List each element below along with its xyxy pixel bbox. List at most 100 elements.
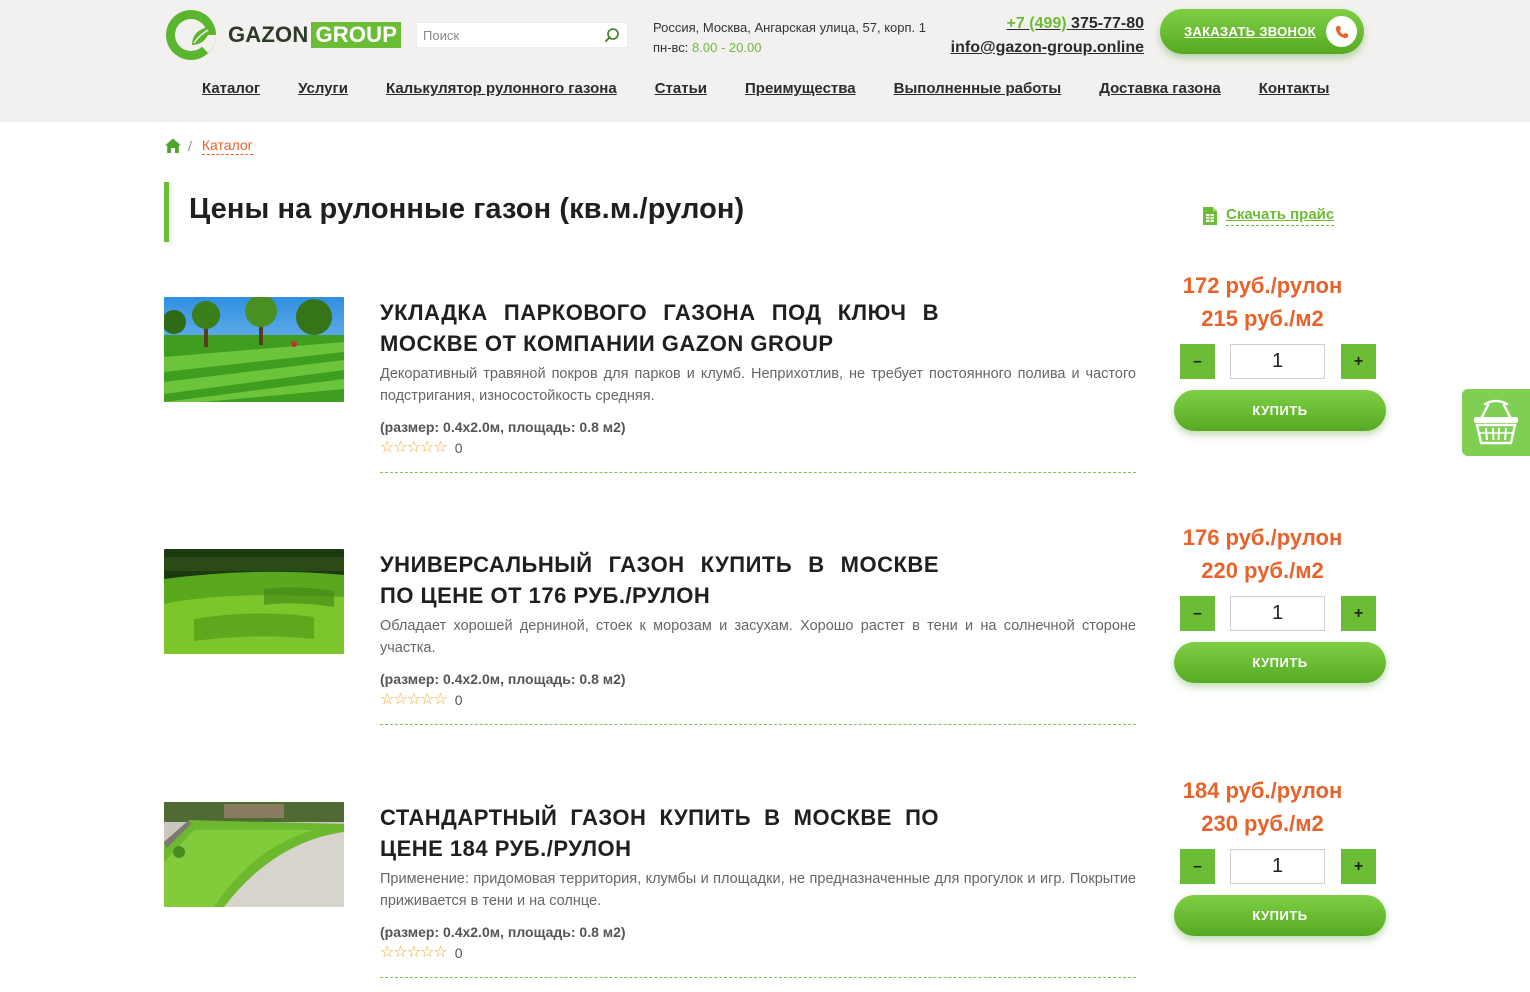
product-rating[interactable]: ☆ ☆ ☆ ☆ ☆ 0	[380, 691, 463, 709]
buy-button[interactable]: КУПИТЬ	[1174, 390, 1386, 431]
quantity-plus-button[interactable]: +	[1341, 849, 1376, 884]
logo-leaf-icon	[166, 10, 216, 60]
quantity-minus-button[interactable]: –	[1180, 596, 1215, 631]
product-card: Стандартный газон купить в Москве по цен…	[0, 778, 1530, 992]
address-block: Россия, Москва, Ангарская улица, 57, кор…	[653, 18, 926, 58]
quantity-stepper: – +	[1180, 596, 1376, 631]
rating-count: 0	[454, 440, 463, 456]
star-icon: ☆	[393, 691, 407, 708]
nav-item-works[interactable]: Выполненные работы	[894, 80, 1062, 97]
logo-word-group: GROUP	[311, 22, 402, 48]
product-card: Универсальный газон купить в Москве по ц…	[0, 525, 1530, 749]
product-size: (размер: 0.4х2.0м, площадь: 0.8 м2)	[380, 419, 626, 435]
star-icon: ☆	[380, 944, 394, 961]
price-per-m2: 220 руб./м2	[1201, 558, 1324, 583]
cart-button[interactable]	[1462, 389, 1530, 456]
title-accent-bar	[164, 182, 169, 242]
star-icon: ☆	[380, 691, 394, 708]
star-icon: ☆	[420, 944, 434, 961]
quantity-input[interactable]	[1230, 344, 1325, 379]
phone-number: 375-77-80	[1071, 15, 1144, 32]
star-icon: ☆	[406, 439, 421, 456]
product-divider	[380, 472, 1136, 473]
page-title: Цены на рулонные газон (кв.м./рулон)	[189, 193, 745, 225]
home-icon[interactable]	[164, 137, 182, 155]
phone-link[interactable]: +7 (499) 375-77-80	[951, 12, 1144, 36]
address-line: Россия, Москва, Ангарская улица, 57, кор…	[653, 20, 927, 35]
quantity-minus-button[interactable]: –	[1180, 849, 1215, 884]
price-per-roll: 184 руб./рулон	[1182, 778, 1343, 803]
hours-label: пн-вс:	[653, 40, 689, 55]
product-card: Укладка паркового газона под ключ в Моск…	[0, 273, 1530, 497]
search-icon[interactable]	[604, 27, 620, 43]
price-per-roll: 172 руб./рулон	[1182, 273, 1343, 298]
download-price-link[interactable]: Скачать прайс	[1200, 206, 1335, 226]
product-rating[interactable]: ☆ ☆ ☆ ☆ ☆ 0	[380, 439, 463, 457]
price-per-m2: 230 руб./м2	[1201, 811, 1324, 836]
download-price-label: Скачать прайс	[1226, 206, 1335, 226]
quantity-plus-button[interactable]: +	[1341, 344, 1376, 379]
product-title[interactable]: Укладка паркового газона под ключ в Моск…	[380, 297, 939, 359]
logo[interactable]: GAZON GROUP	[164, 8, 402, 62]
star-icon: ☆	[393, 439, 407, 456]
price-per-m2: 215 руб./м2	[1201, 306, 1324, 331]
buy-button[interactable]: КУПИТЬ	[1174, 895, 1386, 936]
search-box	[416, 22, 628, 48]
product-title[interactable]: Универсальный газон купить в Москве по ц…	[380, 549, 939, 611]
product-description: Декоративный травяной покров для парков …	[380, 366, 1136, 404]
star-icon: ☆	[406, 691, 421, 708]
contacts-block: +7 (499) 375-77-80 info@gazon-group.onli…	[951, 12, 1144, 60]
product-image[interactable]	[164, 297, 344, 402]
price-block: 184 руб./рулон 230 руб./м2	[1170, 774, 1355, 840]
product-title[interactable]: Стандартный газон купить в Москве по цен…	[380, 802, 939, 864]
product-divider	[380, 724, 1136, 725]
phone-icon	[1326, 16, 1357, 47]
breadcrumb: / Каталог	[164, 136, 253, 155]
star-icon: ☆	[433, 439, 447, 456]
rating-count: 0	[454, 945, 463, 961]
logo-text: GAZON GROUP	[228, 22, 402, 48]
hours-value: 8.00 - 20.00	[692, 40, 762, 55]
star-icon: ☆	[433, 944, 447, 961]
product-rating[interactable]: ☆ ☆ ☆ ☆ ☆ 0	[380, 944, 463, 962]
quantity-stepper: – +	[1180, 849, 1376, 884]
product-image[interactable]	[164, 802, 344, 907]
nav-item-calculator[interactable]: Калькулятор рулонного газона	[386, 80, 617, 97]
phone-code: +7 (499)	[1006, 15, 1067, 32]
product-description: Применение: придомовая территория, клумб…	[380, 871, 1136, 909]
nav-item-catalog[interactable]: Каталог	[202, 80, 260, 97]
xls-file-icon	[1203, 207, 1217, 225]
quantity-input[interactable]	[1230, 849, 1325, 884]
price-block: 176 руб./рулон 220 руб./м2	[1170, 521, 1355, 587]
product-divider	[380, 977, 1136, 978]
star-icon: ☆	[393, 944, 407, 961]
quantity-input[interactable]	[1230, 596, 1325, 631]
product-image[interactable]	[164, 549, 344, 654]
nav-item-articles[interactable]: Статьи	[655, 80, 707, 97]
product-size: (размер: 0.4х2.0м, площадь: 0.8 м2)	[380, 671, 626, 687]
quantity-plus-button[interactable]: +	[1341, 596, 1376, 631]
product-size: (размер: 0.4х2.0м, площадь: 0.8 м2)	[380, 924, 626, 940]
email-link[interactable]: info@gazon-group.online	[951, 36, 1144, 60]
nav-item-delivery[interactable]: Доставка газона	[1099, 80, 1221, 97]
site-header: GAZON GROUP Россия, Москва, Ангарская ул…	[0, 0, 1530, 122]
nav-item-contacts[interactable]: Контакты	[1259, 80, 1330, 97]
quantity-stepper: – +	[1180, 344, 1376, 379]
page: GAZON GROUP Россия, Москва, Ангарская ул…	[0, 0, 1530, 992]
price-block: 172 руб./рулон 215 руб./м2	[1170, 269, 1355, 335]
nav-item-services[interactable]: Услуги	[298, 80, 348, 97]
logo-word-gazon: GAZON	[228, 22, 309, 47]
star-icon: ☆	[420, 439, 434, 456]
buy-button[interactable]: КУПИТЬ	[1174, 642, 1386, 683]
basket-icon	[1474, 399, 1518, 444]
star-icon: ☆	[420, 691, 434, 708]
breadcrumb-current[interactable]: Каталог	[201, 136, 253, 155]
search-input[interactable]	[417, 23, 597, 47]
callback-button[interactable]: ЗАКАЗАТЬ ЗВОНОК	[1160, 9, 1364, 54]
nav-item-advantages[interactable]: Преимущества	[745, 80, 856, 97]
breadcrumb-separator: /	[188, 137, 192, 154]
rating-count: 0	[454, 692, 463, 708]
quantity-minus-button[interactable]: –	[1180, 344, 1215, 379]
working-hours: пн-вс: 8.00 - 20.00	[653, 38, 926, 58]
star-icon: ☆	[433, 691, 447, 708]
